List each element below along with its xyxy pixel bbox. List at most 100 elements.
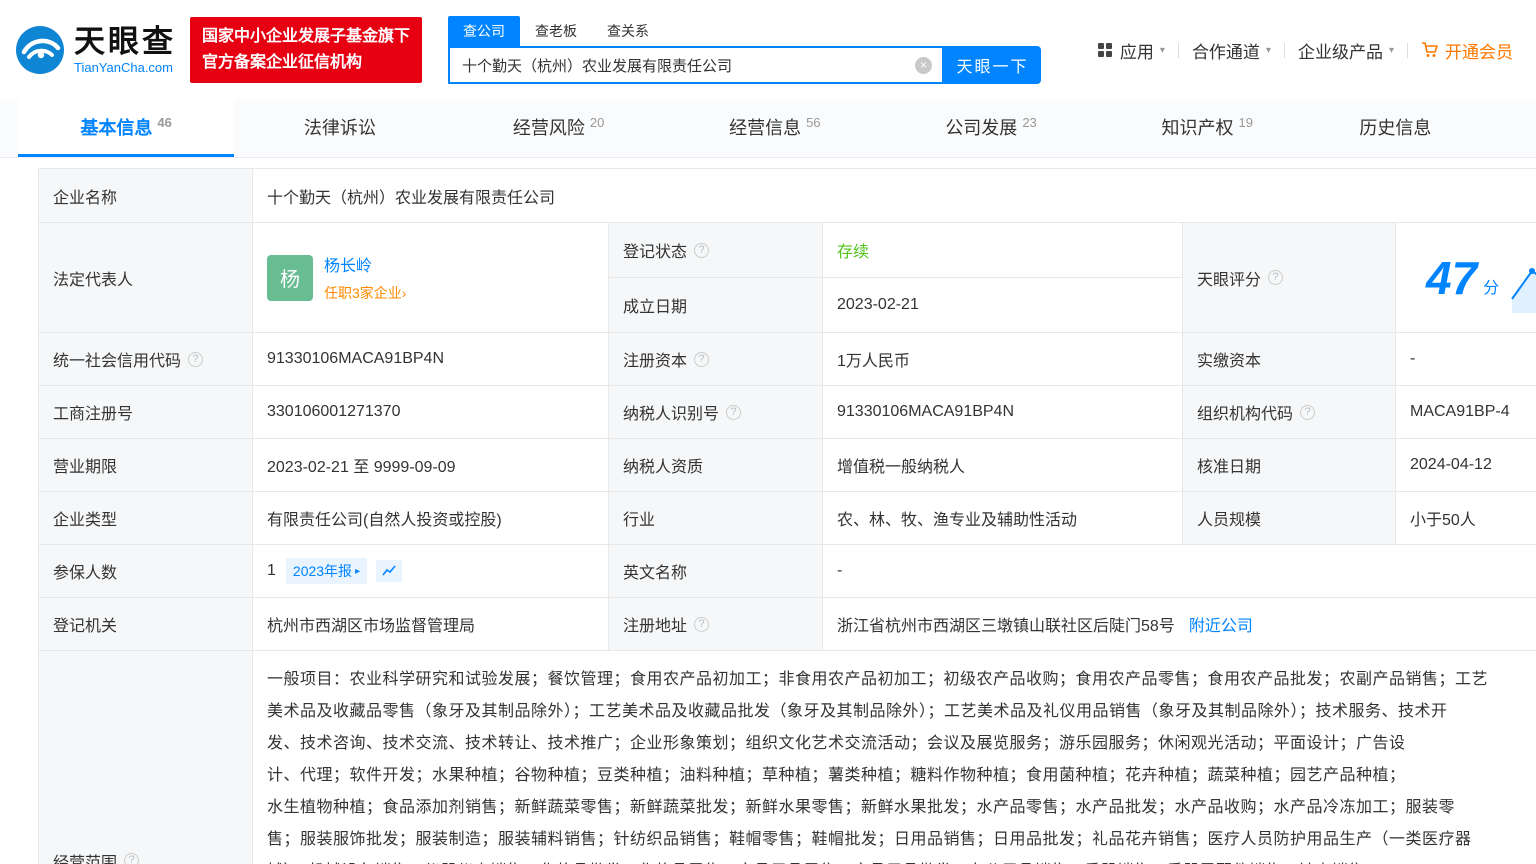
- table-row: 法定代表人 杨 杨长岭 任职3家企业› 登记状态 ? 存续 成立日期 2023-…: [39, 223, 1536, 333]
- english-name-label: 英文名称: [609, 545, 823, 598]
- nav-item-enterprise[interactable]: 企业级产品 ▾: [1285, 38, 1407, 63]
- nav-item-apps[interactable]: 应用 ▾: [1084, 38, 1178, 63]
- search-tab-company[interactable]: 查公司: [448, 16, 521, 46]
- help-icon[interactable]: ?: [124, 853, 140, 864]
- tab-legal-proceedings[interactable]: 法律诉讼: [234, 100, 450, 157]
- cart-icon: [1421, 41, 1439, 59]
- help-icon[interactable]: ?: [694, 616, 710, 632]
- scope-line: 计、代理；软件开发；水果种植；谷物种植；豆类种植；油料种植；草种植；薯类种植；糖…: [267, 767, 1406, 784]
- scope-line: 售；服装服饰批发；服装制造；服装辅料销售；针纺织品销售；鞋帽零售；鞋帽批发；日用…: [267, 831, 1472, 848]
- scope-line: 水生植物种植；食品添加剂销售；新鲜蔬菜零售；新鲜蔬菜批发；新鲜水果零售；新鲜水果…: [267, 799, 1456, 816]
- scope-line: 械）；机械设备销售；仪器仪表销售；化妆品批发；化妆品零售；文具用品零售；文具用品…: [267, 856, 1536, 864]
- badge-line1: 国家中小企业发展子基金旗下: [202, 28, 411, 46]
- annual-report-badge[interactable]: 2023年报 ▸: [285, 558, 368, 584]
- business-scope-label: 经营范围 ?: [39, 651, 253, 864]
- nav-enterprise-label: 企业级产品: [1297, 42, 1383, 62]
- help-icon[interactable]: ?: [188, 351, 204, 367]
- biz-reg-no-value: 330106001271370: [253, 386, 609, 439]
- table-row: 登记机关 杭州市西湖区市场监督管理局 注册地址 ? 浙江省杭州市西湖区三墩镇山联…: [39, 598, 1536, 651]
- tab-company-development[interactable]: 公司发展 23: [883, 100, 1099, 157]
- company-type-label: 企业类型: [39, 492, 253, 545]
- nav-item-vip[interactable]: 开通会员: [1408, 38, 1526, 63]
- caret-icon: ▸: [355, 565, 361, 577]
- legal-rep-positions-link[interactable]: 任职3家企业›: [324, 283, 406, 303]
- tianyancha-logo-icon: [16, 26, 64, 74]
- establish-date-label: 成立日期: [609, 278, 823, 333]
- tab-label: 经营风险: [512, 118, 585, 138]
- caret-down-icon: ▾: [1388, 44, 1394, 56]
- paid-capital-value: -: [1396, 333, 1536, 386]
- business-scope-value: 一般项目：农业科学研究和试验发展；餐饮管理；食用农产品初加工；非食用农产品初加工…: [253, 651, 1536, 864]
- legal-rep-label: 法定代表人: [39, 223, 253, 333]
- legal-rep-name-link[interactable]: 杨长岭: [324, 252, 406, 276]
- tab-operation-risk[interactable]: 经营风险 20: [450, 100, 666, 157]
- tianyancha-logo[interactable]: 天眼查 TianYanCha.com: [14, 24, 176, 76]
- help-icon[interactable]: ?: [694, 242, 710, 258]
- tab-label: 法律诉讼: [303, 118, 376, 138]
- help-icon[interactable]: ?: [1268, 270, 1284, 285]
- english-name-value: -: [823, 545, 1536, 598]
- scope-line: 发、技术咨询、技术交流、技术转让、技术推广；企业形象策划；组织文化艺术交流活动；…: [267, 735, 1406, 752]
- staff-size-label: 人员规模: [1183, 492, 1396, 545]
- logo-title: 天眼查: [74, 23, 176, 59]
- address-value: 浙江省杭州市西湖区三墩镇山联社区后陡门58号 附近公司: [823, 598, 1536, 651]
- help-icon[interactable]: ?: [726, 404, 742, 420]
- insured-value: 1 2023年报 ▸: [253, 545, 609, 598]
- score-trend-chart: [1511, 268, 1536, 313]
- tab-label: 公司发展: [945, 118, 1018, 138]
- score-cell[interactable]: 47 分: [1396, 223, 1536, 333]
- tab-history-info[interactable]: 历史信息: [1315, 100, 1536, 157]
- trend-chart-icon: [382, 565, 396, 576]
- industry-value: 农、林、牧、渔专业及辅助性活动: [823, 492, 1183, 545]
- help-icon[interactable]: ?: [694, 351, 710, 367]
- caret-down-icon: ▾: [1265, 44, 1271, 56]
- tab-label: 经营信息: [729, 118, 802, 138]
- status-date-subtable: 登记状态 ? 存续 成立日期 2023-02-21: [609, 223, 1183, 333]
- company-tab-bar: 基本信息 46 法律诉讼 经营风险 20 经营信息 56 公司发展 23 知识产…: [0, 100, 1536, 158]
- search-button[interactable]: 天眼一下: [944, 46, 1042, 84]
- reg-capital-label: 注册资本 ?: [609, 333, 823, 386]
- nearby-companies-link[interactable]: 附近公司: [1189, 612, 1253, 636]
- insured-label: 参保人数: [39, 545, 253, 598]
- caret-down-icon: ▾: [1159, 44, 1165, 56]
- search-tab-boss[interactable]: 查老板: [520, 16, 592, 46]
- credit-code-value: 91330106MACA91BP4N: [253, 333, 609, 386]
- help-icon[interactable]: ?: [1300, 404, 1316, 420]
- company-type-value: 有限责任公司(自然人投资或控股): [253, 492, 609, 545]
- logo-subtitle: TianYanCha.com: [74, 60, 173, 76]
- table-row: 参保人数 1 2023年报 ▸ 英文名称 -: [39, 545, 1536, 598]
- tab-count: 46: [157, 114, 172, 130]
- score-unit: 分: [1483, 279, 1500, 297]
- logo-text: 天眼查 TianYanCha.com: [74, 23, 176, 76]
- table-row: 企业名称 十个勤天（杭州）农业发展有限责任公司: [39, 169, 1536, 223]
- company-name-value: 十个勤天（杭州）农业发展有限责任公司: [253, 169, 1536, 223]
- insured-trend-button[interactable]: [376, 560, 403, 582]
- table-row: 统一社会信用代码 ? 91330106MACA91BP4N 注册资本 ? 1万人…: [39, 333, 1536, 386]
- chevron-right-icon: ›: [401, 285, 407, 301]
- clear-icon[interactable]: ×: [915, 56, 933, 74]
- search-tab-relation[interactable]: 查关系: [592, 16, 664, 46]
- tab-label: 历史信息: [1359, 118, 1432, 138]
- search-row: × 天眼一下: [448, 46, 1042, 84]
- certification-badge: 国家中小企业发展子基金旗下 官方备案企业征信机构: [190, 17, 423, 83]
- industry-label: 行业: [609, 492, 823, 545]
- search-input[interactable]: [462, 56, 916, 74]
- legal-rep-avatar[interactable]: 杨: [267, 254, 313, 301]
- tab-intellectual-property[interactable]: 知识产权 19: [1099, 100, 1315, 157]
- table-row: 营业期限 2023-02-21 至 9999-09-09 纳税人资质 增值税一般…: [39, 439, 1536, 492]
- tab-basic-info[interactable]: 基本信息 46: [18, 100, 235, 157]
- badge-line2: 官方备案企业征信机构: [202, 54, 363, 71]
- org-code-value: MACA91BP-4: [1396, 386, 1536, 439]
- table-row: 登记状态 ? 存续: [609, 223, 1183, 278]
- nav-item-partner[interactable]: 合作通道 ▾: [1179, 38, 1284, 63]
- taxpayer-quality-label: 纳税人资质: [609, 439, 823, 492]
- tab-business-info[interactable]: 经营信息 56: [667, 100, 883, 157]
- search-box: ×: [448, 46, 945, 84]
- search-tabs: 查公司 查老板 查关系: [448, 16, 1041, 46]
- nav-vip-label: 开通会员: [1445, 42, 1513, 62]
- top-nav: 应用 ▾ 合作通道 ▾ 企业级产品 ▾ 开通会员: [1084, 38, 1526, 63]
- address-label: 注册地址 ?: [609, 598, 823, 651]
- biz-reg-no-label: 工商注册号: [39, 386, 253, 439]
- company-info-table: 企业名称 十个勤天（杭州）农业发展有限责任公司 法定代表人 杨 杨长岭 任职3家…: [38, 168, 1536, 864]
- reg-capital-value: 1万人民币: [823, 333, 1183, 386]
